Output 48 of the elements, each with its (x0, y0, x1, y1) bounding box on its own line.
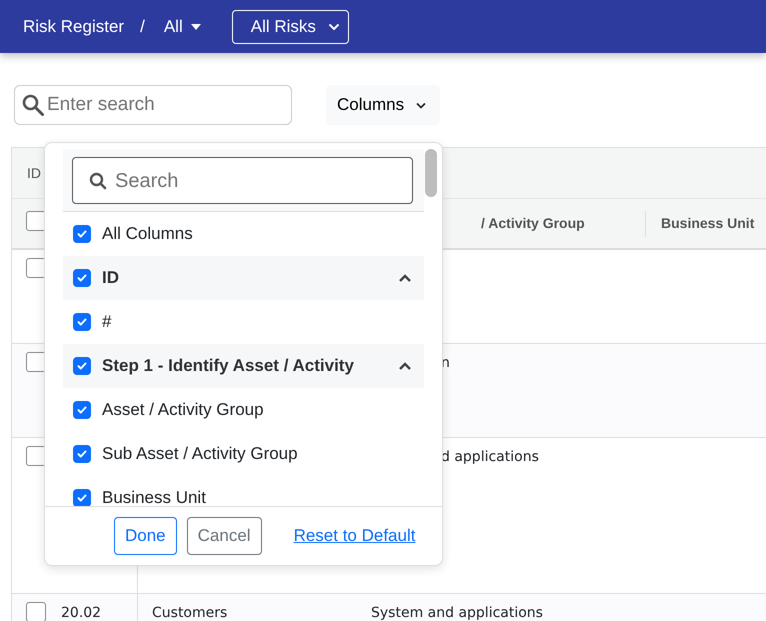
option-label: Business Unit (102, 487, 207, 507)
check-icon (76, 316, 88, 328)
row-checkbox[interactable] (26, 352, 46, 372)
check-icon (76, 272, 88, 284)
option-label: Asset / Activity Group (102, 399, 265, 422)
done-button[interactable]: Done (114, 517, 177, 555)
checkbox[interactable] (73, 357, 91, 375)
search-icon (21, 93, 45, 117)
table-cell: System and applications (371, 605, 543, 621)
chevron-up-icon[interactable] (398, 272, 412, 284)
chevron-up-icon[interactable] (398, 360, 412, 372)
group-label: ID (102, 267, 120, 290)
check-icon (76, 228, 88, 240)
option-label: All Columns (102, 223, 194, 246)
chevron-down-icon (416, 102, 426, 108)
column-header: Business Unit (661, 214, 754, 233)
filter-dropdown[interactable]: All (164, 14, 201, 40)
select-all-checkbox[interactable] (26, 210, 46, 230)
view-select[interactable]: All Risks (232, 10, 349, 44)
check-icon (76, 360, 88, 372)
columns-button[interactable]: Columns (326, 85, 440, 125)
column-header: ID (27, 164, 41, 182)
group-label: Step 1 - Identify Asset / Activity (102, 355, 355, 378)
table-cell: Customers (152, 605, 228, 621)
search-field[interactable]: Search (72, 157, 413, 204)
checkbox[interactable] (73, 445, 91, 463)
cancel-button[interactable]: Cancel (186, 517, 262, 555)
checkbox[interactable] (73, 313, 91, 331)
check-icon (76, 492, 88, 504)
option-label: Sub Asset / Activity Group (102, 443, 299, 466)
breadcrumb-link[interactable]: Risk Register (23, 14, 124, 40)
column-header: / Activity Group (481, 215, 585, 231)
checkbox[interactable] (73, 225, 91, 243)
search-icon (89, 172, 107, 190)
caret-icon (190, 24, 201, 30)
row-checkbox[interactable] (26, 258, 46, 278)
chevron-down-icon (328, 22, 340, 30)
check-icon (76, 404, 88, 416)
row-checkbox[interactable] (26, 602, 46, 621)
table-cell: 20.02 (61, 605, 102, 621)
breadcrumb-separator: / (140, 16, 145, 38)
option-label: # (102, 311, 112, 334)
scrollbar-thumb[interactable] (425, 149, 437, 197)
checkbox[interactable] (73, 401, 91, 419)
checkbox[interactable] (73, 489, 91, 507)
check-icon (76, 448, 88, 460)
row-checkbox[interactable] (26, 446, 46, 466)
checkbox[interactable] (73, 269, 91, 287)
